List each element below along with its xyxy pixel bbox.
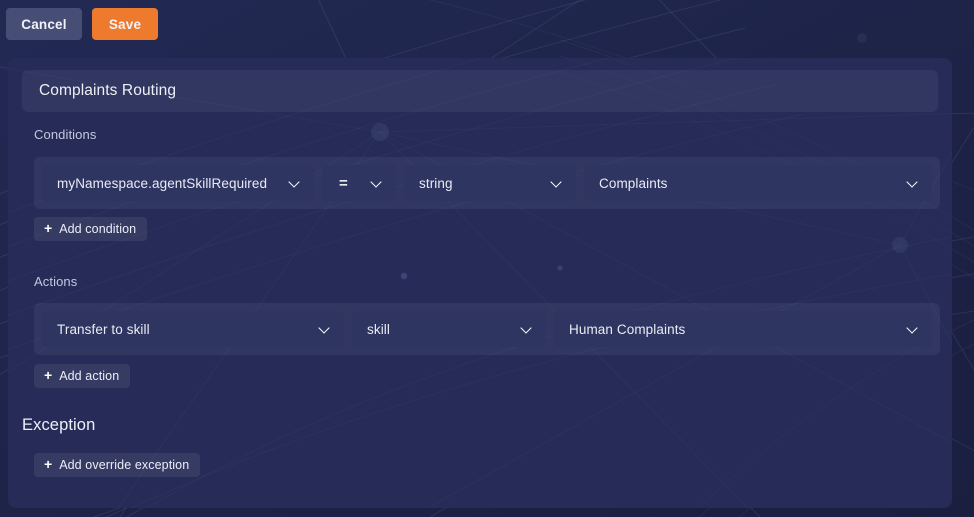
condition-operator-value: = [339,174,348,192]
action-type-value: Transfer to skill [57,321,150,337]
top-action-bar: Cancel Save [0,0,974,48]
rule-editor-card: Complaints Routing Conditions myNamespac… [8,58,952,508]
condition-value-select[interactable]: Complaints [584,165,932,201]
condition-operator-select[interactable]: = [322,165,396,201]
actions-section-label: Actions [34,274,78,289]
add-condition-button[interactable]: + Add condition [34,217,148,241]
save-button[interactable]: Save [92,8,158,40]
chevron-down-icon [371,177,383,189]
condition-row: myNamespace.agentSkillRequired = string … [34,157,940,209]
add-condition-label: Add condition [59,222,137,236]
card-header: Complaints Routing [22,70,938,112]
cancel-button[interactable]: Cancel [6,8,82,40]
chevron-down-icon [551,177,563,189]
chevron-down-icon [521,323,533,335]
action-type-select[interactable]: Transfer to skill [42,311,344,347]
conditions-section-label: Conditions [34,127,97,142]
add-override-exception-button[interactable]: + Add override exception [34,453,201,477]
chevron-down-icon [289,177,301,189]
action-target-value: skill [367,321,390,337]
action-value-value: Human Complaints [569,321,686,337]
condition-type-select[interactable]: string [404,165,576,201]
add-action-button[interactable]: + Add action [34,364,131,388]
plus-icon: + [44,456,53,472]
chevron-down-icon [319,323,331,335]
exception-section-heading: Exception [22,416,96,434]
plus-icon: + [44,220,53,236]
add-action-label: Add action [59,369,120,383]
plus-icon: + [44,367,53,383]
condition-field-value: myNamespace.agentSkillRequired [57,175,268,191]
condition-value-value: Complaints [599,175,668,191]
action-target-select[interactable]: skill [352,311,546,347]
chevron-down-icon [907,177,919,189]
page-title: Complaints Routing [39,82,177,99]
action-value-select[interactable]: Human Complaints [554,311,932,347]
chevron-down-icon [907,323,919,335]
action-row: Transfer to skill skill Human Complaints [34,303,940,355]
add-override-exception-label: Add override exception [59,458,190,472]
condition-field-select[interactable]: myNamespace.agentSkillRequired [42,165,314,201]
condition-type-value: string [419,175,453,191]
